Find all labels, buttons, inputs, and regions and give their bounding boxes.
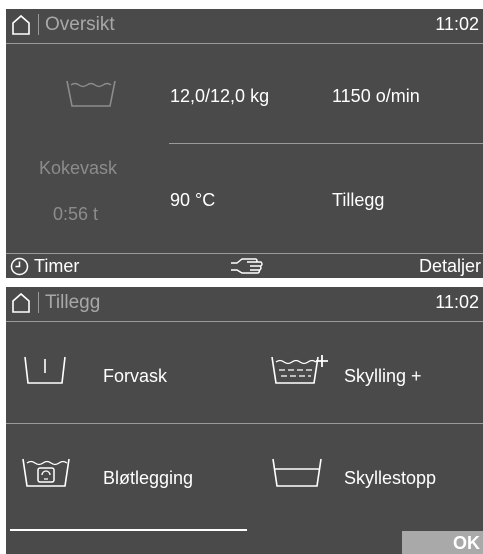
clock-icon bbox=[10, 257, 29, 276]
wash-tub-icon bbox=[66, 80, 116, 107]
temperature-value[interactable]: 90 °C bbox=[170, 189, 215, 211]
extras-header: Tillegg 11:02 bbox=[6, 287, 483, 320]
prewash-icon bbox=[24, 356, 66, 384]
page-title: Tillegg bbox=[45, 292, 101, 313]
rinse-hold-icon bbox=[272, 458, 322, 487]
header-divider bbox=[38, 292, 39, 313]
extras-value[interactable]: Tillegg bbox=[332, 189, 384, 211]
option-label: Forvask bbox=[103, 366, 168, 386]
header-divider-line bbox=[6, 321, 483, 322]
load-value[interactable]: 12,0/12,0 kg bbox=[170, 85, 269, 107]
pointing-hand-icon[interactable] bbox=[230, 257, 264, 275]
overview-header: Oversikt 11:02 bbox=[6, 9, 483, 42]
option-label: Skyllestopp bbox=[344, 468, 437, 488]
header-divider-line bbox=[6, 43, 483, 44]
ok-button[interactable]: OK bbox=[402, 531, 483, 554]
clock: 11:02 bbox=[435, 14, 479, 34]
timer-button[interactable]: Timer bbox=[34, 255, 79, 277]
program-name[interactable]: Kokevask bbox=[39, 157, 117, 179]
remaining-time: 0:56 t bbox=[53, 204, 99, 224]
details-button[interactable]: Detaljer bbox=[419, 255, 481, 277]
options-divider bbox=[6, 423, 483, 424]
parameter-divider bbox=[169, 143, 483, 144]
home-icon[interactable] bbox=[11, 292, 31, 313]
option-label: Bløtlegging bbox=[103, 468, 194, 488]
extras-screen: Tillegg 11:02 Forvask Skylling + Bløtleg… bbox=[6, 287, 483, 554]
overview-screen: Oversikt 11:02 Kokevask 0:56 t 12,0/12,0… bbox=[6, 9, 483, 278]
clock: 11:02 bbox=[435, 292, 479, 312]
option-label: Skylling + bbox=[344, 366, 422, 386]
overview-footer: Timer Detaljer bbox=[6, 254, 483, 278]
home-icon[interactable] bbox=[11, 14, 31, 35]
spin-speed-value[interactable]: 1150 o/min bbox=[332, 85, 420, 107]
header-divider bbox=[38, 14, 39, 35]
extra-rinse-icon bbox=[271, 355, 328, 384]
ok-label: OK bbox=[453, 533, 480, 553]
page-indicator bbox=[10, 529, 247, 531]
soak-icon bbox=[22, 458, 70, 487]
page-title: Oversikt bbox=[45, 14, 115, 35]
